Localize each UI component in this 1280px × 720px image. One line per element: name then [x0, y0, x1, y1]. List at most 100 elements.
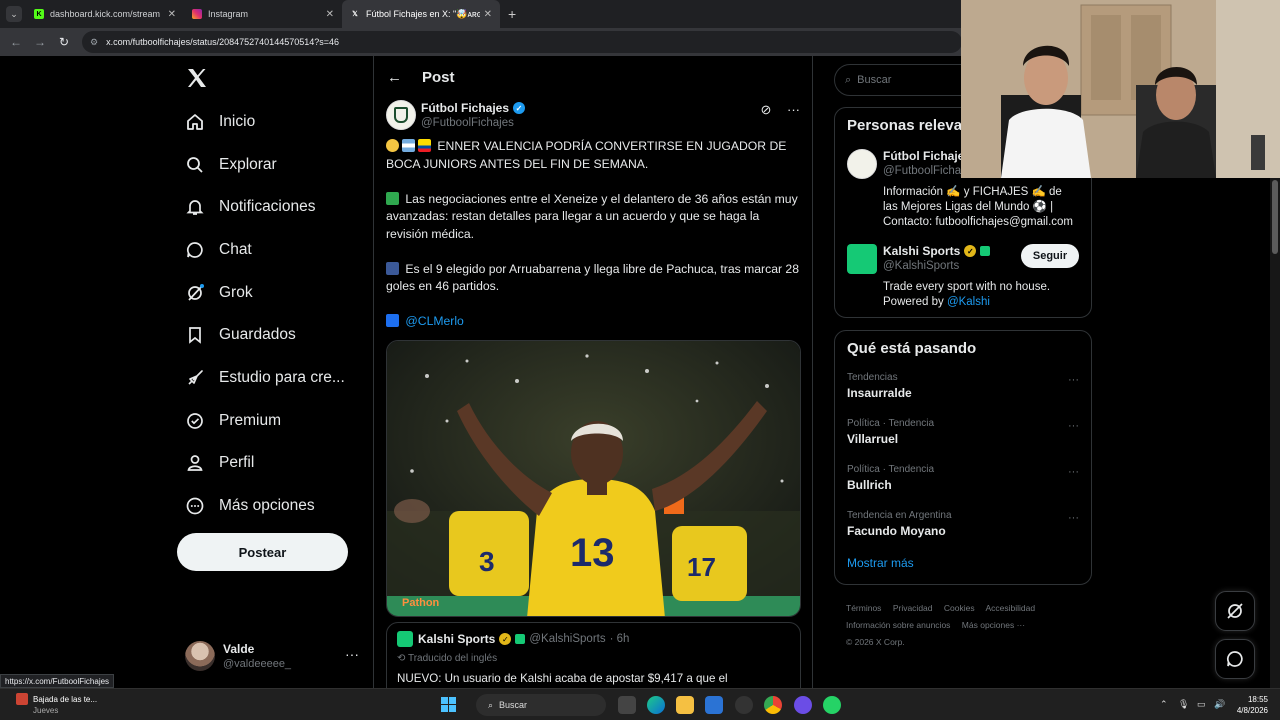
- more-icon[interactable]: ···: [1068, 374, 1079, 386]
- mention-link[interactable]: @Kalshi: [947, 296, 990, 308]
- more-icon[interactable]: ···: [1068, 420, 1079, 432]
- nav-item-estudio[interactable]: Estudio para cre...: [185, 358, 345, 398]
- windows-taskbar: Bajada de las te... Jueves ⌕ Buscar ⌃ 🎙 …: [0, 688, 1280, 720]
- file-explorer-icon[interactable]: [676, 696, 694, 714]
- footer-link[interactable]: Más opciones ···: [962, 620, 1025, 630]
- kick-icon: K: [34, 9, 44, 19]
- footer-link[interactable]: Accesibilidad: [986, 603, 1036, 613]
- tab-title: Instagram: [208, 9, 249, 19]
- nav-item-explorar[interactable]: Explorar: [185, 145, 277, 185]
- author-name-text: Fútbol Fichajes: [421, 101, 510, 115]
- browser-tab-x[interactable]: 𝕏 Fútbol Fichajes en X: "🤯ᴀʀɢ E ✕: [342, 0, 500, 28]
- whatsapp-icon[interactable]: [823, 696, 841, 714]
- nav-item-chat[interactable]: Chat: [185, 230, 252, 270]
- tab-search-button[interactable]: ⌄: [6, 6, 22, 22]
- bookmark-icon: [185, 325, 205, 345]
- footer-link[interactable]: Términos: [846, 603, 881, 613]
- chevron-up-icon[interactable]: ⌃: [1160, 699, 1168, 710]
- chat-icon: [185, 240, 205, 260]
- tab-title: Fútbol Fichajes en X: "🤯ᴀʀɢ E: [366, 8, 480, 19]
- taskbar-search-placeholder: Buscar: [499, 700, 528, 710]
- mention-link[interactable]: @CLMerlo: [405, 314, 463, 328]
- trend-item[interactable]: Política · Tendencia Villarruel ···: [835, 412, 1091, 458]
- post-paragraph: @CLMerlo: [386, 313, 802, 331]
- page-scrollbar[interactable]: [1270, 178, 1280, 688]
- nav-item-grok[interactable]: Grok: [185, 273, 253, 313]
- author-handle[interactable]: @FutboolFichajes: [421, 117, 525, 129]
- messages-fab[interactable]: [1215, 639, 1255, 679]
- trend-item[interactable]: Política · Tendencia Bullrich ···: [835, 458, 1091, 504]
- svg-text:Pathon: Pathon: [402, 597, 440, 609]
- weather-subtitle: Jueves: [33, 706, 59, 715]
- more-icon[interactable]: ···: [1068, 466, 1079, 478]
- site-info-icon[interactable]: ⚙: [90, 37, 98, 48]
- close-tab-icon[interactable]: ✕: [326, 9, 334, 20]
- chrome-icon[interactable]: [764, 696, 782, 714]
- nav-item-inicio[interactable]: Inicio: [185, 102, 255, 142]
- taskbar-search-input[interactable]: ⌕ Buscar: [476, 694, 606, 716]
- close-tab-icon[interactable]: ✕: [168, 9, 176, 20]
- grok-fab[interactable]: [1215, 591, 1255, 631]
- author-avatar[interactable]: [386, 100, 416, 130]
- footer-link[interactable]: Cookies: [944, 603, 975, 613]
- link-status-bar: https://x.com/FutboolFichajes: [0, 674, 115, 688]
- store-icon[interactable]: [705, 696, 723, 714]
- edge-icon[interactable]: [647, 696, 665, 714]
- scrollbar-thumb[interactable]: [1272, 180, 1278, 254]
- webcam-overlay: [961, 0, 1280, 178]
- footer-links: Términos Privacidad Cookies Accesibilida…: [846, 600, 1086, 651]
- account-switcher[interactable]: Valde @valdeeeee_ ···: [185, 638, 365, 674]
- footer-link[interactable]: Información sobre anuncios: [846, 620, 950, 630]
- follow-button[interactable]: Seguir: [1021, 244, 1079, 268]
- trend-context: Tendencias: [847, 372, 898, 383]
- quoted-post[interactable]: Kalshi Sports ✓ @KalshiSports · 6h ⟲ Tra…: [386, 622, 801, 688]
- relevant-person[interactable]: Kalshi Sports ✓ @KalshiSports Trade every…: [835, 238, 1091, 316]
- network-icon[interactable]: ▭: [1197, 699, 1206, 710]
- address-bar[interactable]: ⚙ x.com/futboolfichajes/status/208475274…: [82, 31, 962, 53]
- author-name[interactable]: Fútbol Fichajes ✓: [421, 101, 526, 115]
- nav-label: Más opciones: [219, 497, 315, 514]
- volume-icon[interactable]: 🔊: [1214, 699, 1225, 710]
- chart-icon: [386, 261, 399, 275]
- x-icon: 𝕏: [352, 11, 358, 18]
- more-icon[interactable]: ···: [345, 646, 359, 662]
- grok-icon[interactable]: ⊘: [760, 102, 771, 117]
- more-icon[interactable]: ···: [787, 102, 800, 117]
- show-more-link[interactable]: Mostrar más: [835, 550, 1091, 582]
- post-paragraph: Las negociaciones entre el Xeneize y el …: [386, 191, 802, 244]
- left-sidebar: Inicio Explorar Notificaciones Chat Grok…: [175, 56, 375, 688]
- bell-icon: [185, 197, 205, 217]
- nav-label: Estudio para cre...: [219, 369, 345, 386]
- new-tab-icon[interactable]: +: [508, 6, 516, 22]
- trend-item[interactable]: Tendencia en Argentina Facundo Moyano ··…: [835, 504, 1091, 550]
- back-arrow-icon[interactable]: ←: [4, 35, 28, 49]
- clock[interactable]: 18:55 4/8/2026: [1237, 694, 1268, 716]
- nav-item-mas-opciones[interactable]: Más opciones: [185, 486, 315, 526]
- weather-widget[interactable]: Bajada de las te... Jueves: [16, 693, 97, 716]
- post-paragraph-text: Las negociaciones entre el Xeneize y el …: [386, 191, 798, 241]
- nav-item-notificaciones[interactable]: Notificaciones: [185, 187, 316, 227]
- footer-link[interactable]: Privacidad: [893, 603, 933, 613]
- close-tab-icon[interactable]: ✕: [484, 9, 492, 20]
- back-arrow-icon[interactable]: ←: [387, 69, 402, 86]
- browser-tab-instagram[interactable]: Instagram ✕: [184, 0, 342, 28]
- post-image[interactable]: 3 17 13 Pathon: [386, 340, 801, 617]
- more-icon[interactable]: ···: [1068, 512, 1079, 524]
- argentina-flag-icon: [402, 139, 415, 152]
- obs-icon[interactable]: [735, 696, 753, 714]
- translate-icon: ⟲: [397, 653, 408, 664]
- microphone-icon[interactable]: 🎙: [1178, 699, 1189, 710]
- trend-item[interactable]: Tendencias Insaurralde ···: [835, 366, 1091, 412]
- app-icon[interactable]: [794, 696, 812, 714]
- browser-tab-kick[interactable]: K dashboard.kick.com/stream ✕: [26, 0, 184, 28]
- x-logo-icon[interactable]: [185, 66, 209, 90]
- nav-label: Notificaciones: [219, 198, 316, 215]
- reload-icon[interactable]: ↻: [52, 35, 76, 49]
- nav-item-perfil[interactable]: Perfil: [185, 443, 254, 483]
- post-button[interactable]: Postear: [177, 533, 348, 571]
- task-view-icon[interactable]: [618, 696, 636, 714]
- start-icon[interactable]: [441, 697, 456, 712]
- nav-item-premium[interactable]: Premium: [185, 401, 281, 441]
- nav-item-guardados[interactable]: Guardados: [185, 315, 296, 355]
- forward-arrow-icon[interactable]: →: [28, 35, 52, 49]
